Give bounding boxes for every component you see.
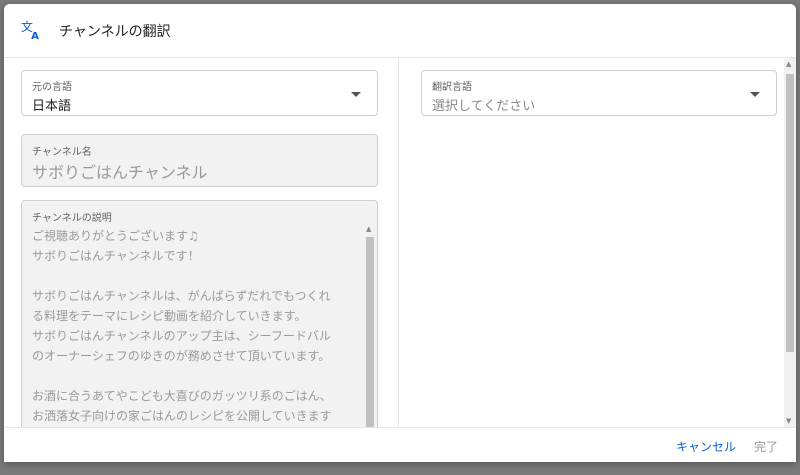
channel-description-field: チャンネルの説明 ご視聴ありがとうございます♫ サボりごはんチャンネルです！ サ… bbox=[21, 200, 378, 432]
channel-description-label: チャンネルの説明 bbox=[32, 213, 112, 224]
chevron-down-icon bbox=[750, 92, 760, 97]
target-column: 翻訳言語 選択してください bbox=[398, 58, 796, 427]
description-line: のオーナーシェフのゆきのが務めさせて頂いています。 bbox=[32, 349, 331, 363]
channel-name-value: サボりごはんチャンネル bbox=[32, 163, 208, 182]
translate-icon: 文 A bbox=[21, 20, 39, 41]
description-line: サボりごはんチャンネルは、がんばらずだれでもつくれ bbox=[32, 289, 331, 303]
source-column: 元の言語 日本語 チャンネル名 サボりごはんチャンネル チャンネルの説明 ご視聴… bbox=[4, 58, 398, 432]
target-language-label: 翻訳言語 bbox=[432, 82, 472, 93]
description-line: サボりごはんチャンネルです！ bbox=[32, 249, 200, 263]
description-line: お洒落女子向けの家ごはんのレシピを公開していきます bbox=[32, 409, 332, 423]
target-language-placeholder: 選択してください bbox=[432, 99, 536, 114]
source-language-select[interactable]: 元の言語 日本語 bbox=[21, 70, 378, 116]
description-scroll-thumb[interactable] bbox=[366, 237, 374, 431]
channel-description-text: ご視聴ありがとうございます♫ サボりごはんチャンネルです！ サボりごはんチャンネ… bbox=[32, 226, 357, 431]
scroll-up-arrow-icon[interactable]: ▲ bbox=[786, 60, 791, 68]
dialog-scrollbar[interactable]: ▲ ▼ bbox=[784, 58, 796, 427]
dialog-footer: キャンセル 完了 bbox=[4, 427, 796, 462]
done-button[interactable]: 完了 bbox=[754, 438, 778, 455]
chevron-down-icon bbox=[351, 92, 361, 97]
description-line: る料理をテーマにレシピ動画を紹介していきます。 bbox=[32, 309, 307, 323]
description-line: お酒に合うあてやこども大喜びのガッツリ系のごはん、 bbox=[32, 389, 332, 403]
translation-dialog: 文 A チャンネルの翻訳 元の言語 日本語 チャンネル名 サボりごはんチャンネル… bbox=[4, 4, 796, 462]
source-language-label: 元の言語 bbox=[32, 82, 72, 93]
dialog-header: 文 A チャンネルの翻訳 bbox=[4, 4, 796, 58]
scroll-up-arrow-icon[interactable]: ▲ bbox=[366, 225, 371, 233]
channel-name-label: チャンネル名 bbox=[32, 147, 92, 158]
target-language-select[interactable]: 翻訳言語 選択してください bbox=[421, 70, 777, 116]
description-line: サボりごはんチャンネルのアップ主は、シーフードバル bbox=[32, 329, 331, 343]
scroll-down-arrow-icon[interactable]: ▼ bbox=[786, 417, 791, 425]
description-scrollbar[interactable]: ▲ bbox=[365, 225, 375, 431]
svg-text:A: A bbox=[31, 31, 39, 41]
cancel-button[interactable]: キャンセル bbox=[676, 438, 736, 455]
description-line bbox=[32, 266, 357, 286]
description-line: ご視聴ありがとうございます♫ bbox=[32, 229, 199, 243]
description-line bbox=[32, 366, 357, 386]
channel-name-field: チャンネル名 サボりごはんチャンネル bbox=[21, 134, 378, 187]
dialog-title: チャンネルの翻訳 bbox=[59, 24, 171, 40]
source-language-value: 日本語 bbox=[32, 99, 72, 114]
dialog-scroll-thumb[interactable] bbox=[786, 74, 794, 352]
dialog-body: 元の言語 日本語 チャンネル名 サボりごはんチャンネル チャンネルの説明 ご視聴… bbox=[4, 58, 796, 432]
